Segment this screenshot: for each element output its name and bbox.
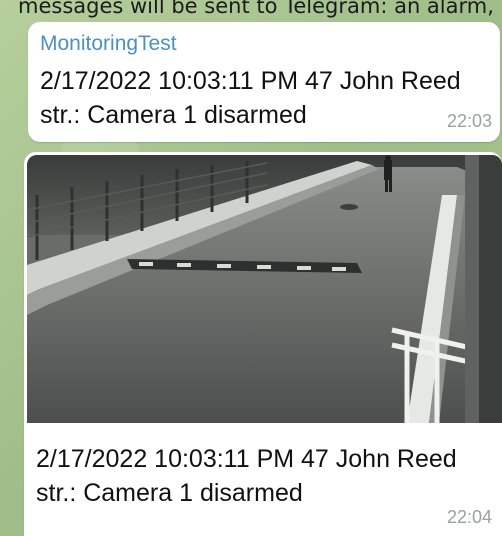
message-time: 22:04 [446,507,492,527]
photo-message-bubble[interactable]: 2/17/2022 10:03:11 PM 47 John Reed str.:… [24,152,502,536]
caption-text: messages will be sent to Telegram: an al… [18,0,494,18]
camera-snapshot-drawing [27,155,502,423]
sender-name[interactable]: MonitoringTest [40,32,177,56]
message-time: 22:03 [446,111,492,131]
message-text: 2/17/2022 10:03:11 PM 47 John Reed str.:… [40,67,461,129]
message-text: 2/17/2022 10:03:11 PM 47 John Reed str.:… [36,445,457,507]
bubble-tail [34,518,50,536]
camera-snapshot-image[interactable] [27,155,502,423]
message-bubble[interactable]: MonitoringTest 2/17/2022 10:03:11 PM 47 … [28,22,500,142]
